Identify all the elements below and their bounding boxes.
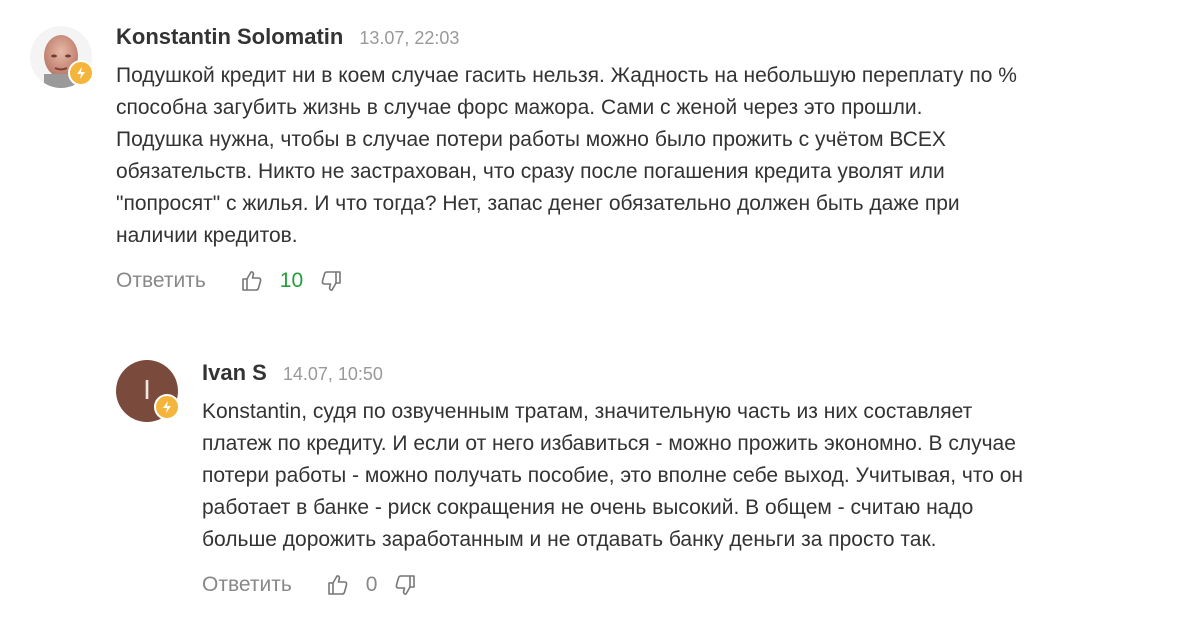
thumbs-up-icon[interactable] bbox=[326, 573, 350, 597]
lightning-badge bbox=[154, 394, 180, 420]
vote-score: 10 bbox=[279, 269, 304, 292]
comment-time: 13.07, 22:03 bbox=[359, 28, 460, 48]
thumbs-down-icon[interactable] bbox=[319, 269, 343, 293]
comment-body: Ivan S 14.07, 10:50 Konstantin, судя по … bbox=[202, 360, 1180, 600]
comment-meta: Konstantin Solomatin 13.07, 22:03 bbox=[116, 24, 1180, 58]
comment-text: Подушкой кредит ни в коем случае гасить … bbox=[116, 64, 1017, 247]
thumbs-down-icon[interactable] bbox=[393, 573, 417, 597]
lightning-icon bbox=[77, 67, 85, 79]
comment-actions: Ответить 0 bbox=[202, 570, 1180, 600]
lightning-icon bbox=[163, 401, 171, 413]
comment-meta: Ivan S 14.07, 10:50 bbox=[202, 360, 1180, 394]
comment-actions: Ответить 10 bbox=[116, 266, 1180, 296]
comment-time: 14.07, 10:50 bbox=[282, 364, 383, 384]
vote-control: 10 bbox=[240, 269, 343, 293]
comment-body: Konstantin Solomatin 13.07, 22:03 Подушк… bbox=[116, 24, 1180, 296]
lightning-badge bbox=[68, 60, 94, 86]
vote-control: 0 bbox=[326, 573, 418, 597]
author-name[interactable]: Ivan S bbox=[202, 360, 267, 386]
vote-score: 0 bbox=[365, 573, 378, 596]
author-name[interactable]: Konstantin Solomatin bbox=[116, 24, 343, 50]
comment-text: Konstantin, судя по озвученным тратам, з… bbox=[202, 400, 1024, 551]
reply-button[interactable]: Ответить bbox=[116, 269, 206, 293]
thumbs-up-icon[interactable] bbox=[240, 269, 264, 293]
reply-button[interactable]: Ответить bbox=[202, 573, 292, 597]
